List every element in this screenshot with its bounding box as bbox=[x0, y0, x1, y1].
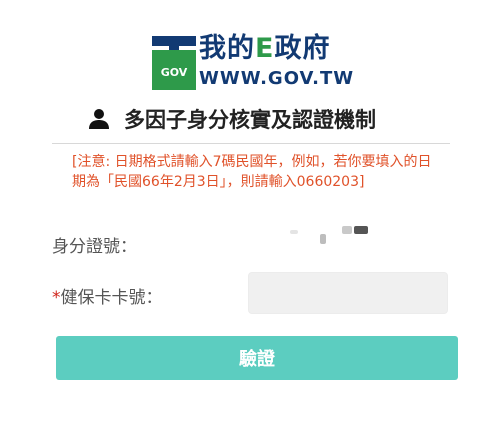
page-title: 多因子身分核實及認證機制 bbox=[124, 108, 376, 132]
gov-logo: GOV 我的E政府 WWW.GOV.TW bbox=[152, 32, 362, 96]
page-header: 多因子身分核實及認證機制 bbox=[88, 104, 376, 134]
id-number-value-redacted bbox=[290, 226, 370, 246]
logo-title-letter: E bbox=[255, 33, 275, 64]
emblem-text: GOV bbox=[161, 66, 188, 79]
required-mark: * bbox=[52, 288, 61, 308]
health-card-label: *健保卡卡號： bbox=[52, 283, 163, 308]
logo-title-suffix: 政府 bbox=[274, 33, 331, 64]
user-icon bbox=[89, 109, 109, 129]
redaction-blur bbox=[342, 226, 352, 234]
logo-title: 我的E政府 bbox=[199, 32, 330, 66]
health-card-label-text: 健保卡卡號： bbox=[60, 288, 163, 308]
verify-button[interactable]: 驗證 bbox=[56, 336, 458, 380]
redaction-blur bbox=[290, 230, 298, 234]
date-format-notice: [注意: 日期格式請輸入7碼民國年，例如，若你要填入的日期為「民國66年2月3日… bbox=[72, 154, 432, 190]
gov-emblem-icon: GOV bbox=[152, 36, 196, 90]
health-card-number-input[interactable] bbox=[248, 272, 448, 314]
logo-url: WWW.GOV.TW bbox=[199, 68, 355, 89]
id-number-label: 身分證號： bbox=[52, 237, 137, 257]
logo-title-prefix: 我的 bbox=[199, 33, 255, 64]
redaction-blur bbox=[354, 226, 368, 234]
header-divider bbox=[52, 143, 450, 144]
redaction-blur bbox=[320, 234, 326, 244]
